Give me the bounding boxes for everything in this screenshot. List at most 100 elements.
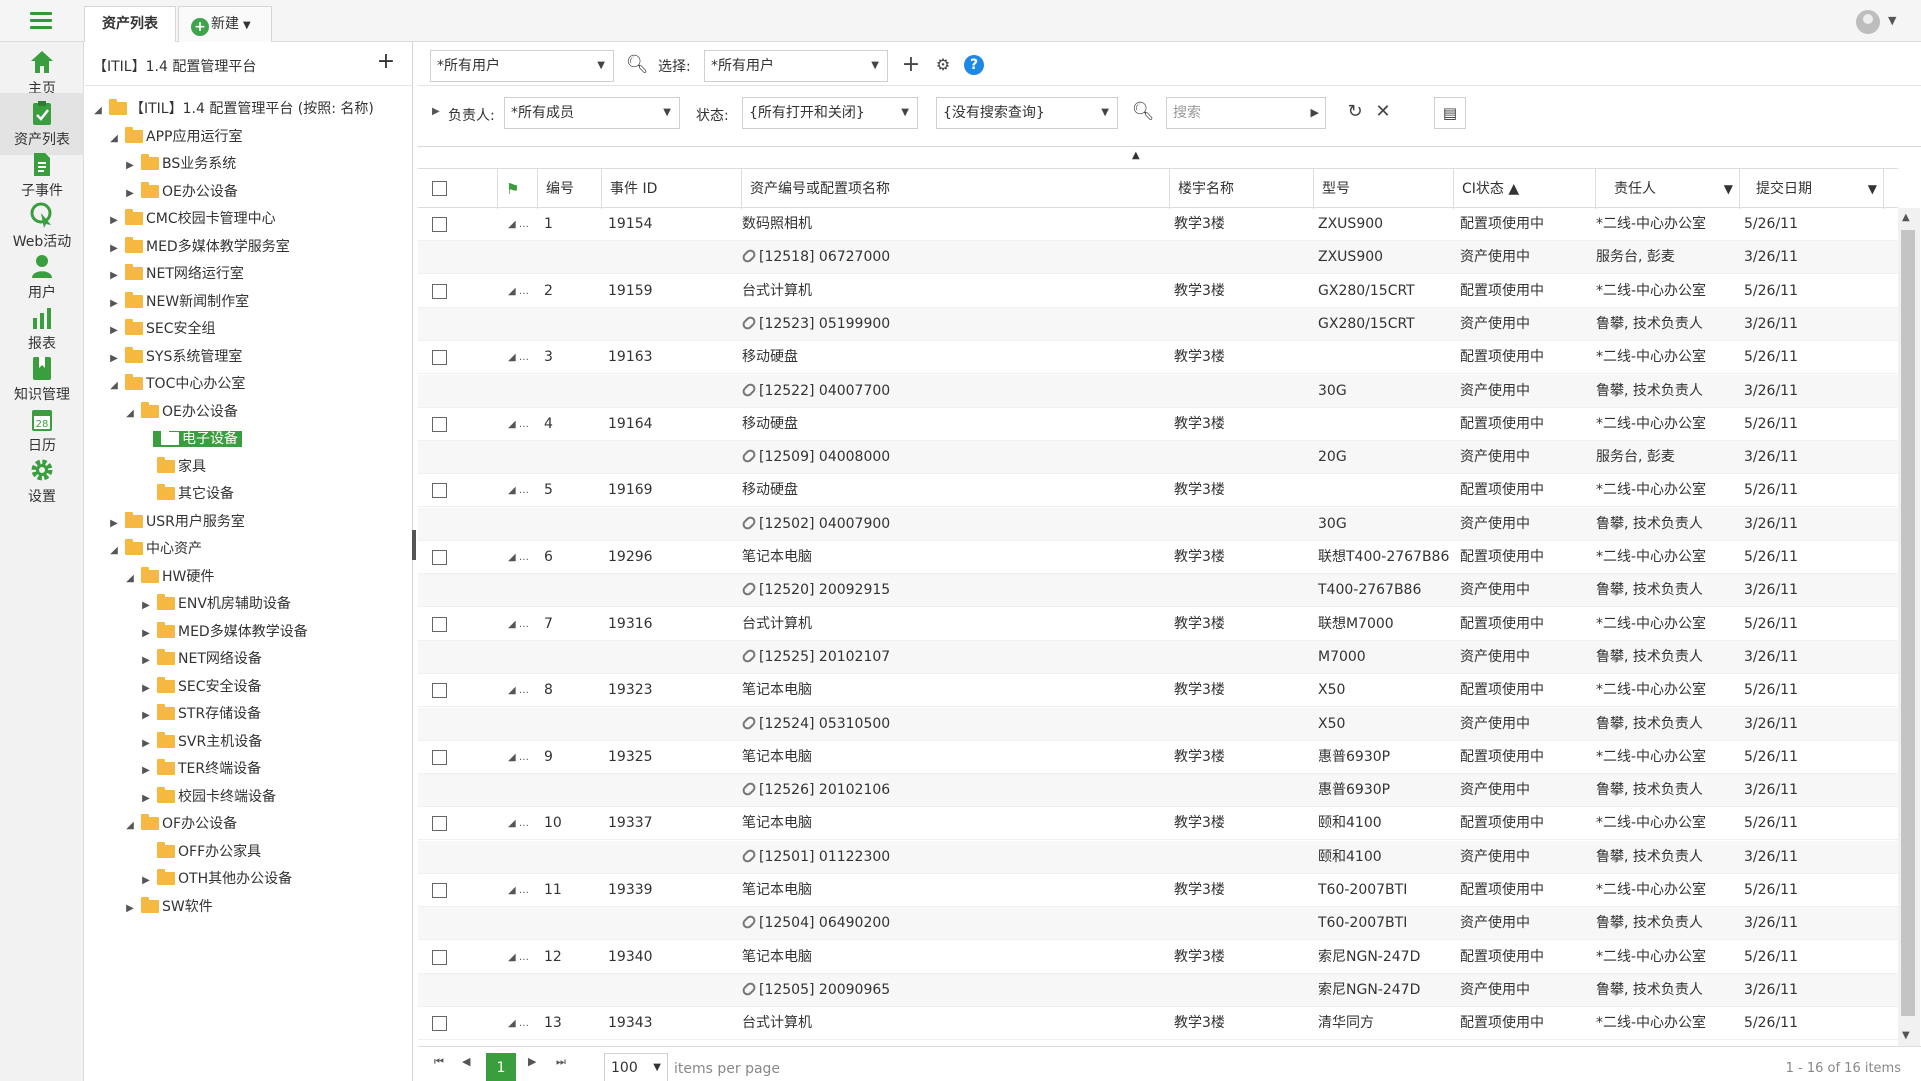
header-model[interactable]: 型号: [1314, 169, 1454, 209]
table-subrow[interactable]: [12502] 04007900 30G 资产使用中 鲁攀, 技术负责人 3/26/11: [418, 507, 1898, 541]
tree-node[interactable]: ▶ STR存储设备: [139, 701, 261, 728]
collapse-arrow-icon[interactable]: ◢: [123, 400, 137, 427]
row-checkbox[interactable]: [432, 483, 447, 499]
table-row[interactable]: ◢ … 2 19159 台式计算机 教学3楼 GX280/15CRT 配置项使用中 *二线-中…: [418, 275, 1898, 308]
tab-new[interactable]: + 新建 ▼: [178, 6, 272, 42]
tree-node[interactable]: ▶ MED多媒体教学服务室: [107, 234, 290, 261]
table-row[interactable]: ◢ … 6 19296 笔记本电脑 教学3楼 联想T400-2767B86 配置项使用中 *二…: [418, 541, 1898, 574]
scroll-up-icon[interactable]: ▲: [1902, 212, 1910, 223]
search-go-icon[interactable]: ▶: [1311, 98, 1319, 128]
expand-arrow-icon[interactable]: ▶: [107, 262, 121, 289]
filter-icon[interactable]: ▼: [1724, 169, 1733, 209]
row-checkbox[interactable]: [432, 1016, 447, 1032]
collapse-arrow-icon[interactable]: ◢: [123, 812, 137, 839]
avatar[interactable]: [1856, 10, 1880, 34]
refresh-icon[interactable]: ↻: [1342, 99, 1368, 125]
row-expand-icon[interactable]: ◢ …: [508, 541, 529, 574]
expand-arrow-icon[interactable]: ▶: [123, 152, 137, 179]
table-subrow[interactable]: [12522] 04007700 30G 资产使用中 鲁攀, 技术负责人 3/26/11: [418, 374, 1898, 408]
header-select-all[interactable]: [418, 169, 498, 209]
tree-node[interactable]: ◢ OF办公设备: [123, 811, 237, 838]
expand-arrow-icon[interactable]: ▶: [139, 757, 153, 784]
tree-node[interactable]: ◢ 【ITIL】1.4 配置管理平台 (按照: 名称): [91, 96, 374, 123]
tree-node[interactable]: ◢ TOC中心办公室: [107, 371, 245, 398]
row-expand-icon[interactable]: ◢ …: [508, 674, 529, 707]
expand-arrow-icon[interactable]: ▶: [123, 895, 137, 922]
header-flag[interactable]: ⚑: [498, 169, 538, 209]
table-row[interactable]: ◢ … 7 19316 台式计算机 教学3楼 联想M7000 配置项使用中 *二线-中心办公室…: [418, 608, 1898, 641]
user-filter-select[interactable]: *所有用户 ▼: [430, 50, 614, 82]
tree-node[interactable]: ◢ APP应用运行室: [107, 124, 242, 151]
expand-arrow-icon[interactable]: ▶: [139, 867, 153, 894]
cell-name[interactable]: [12523] 05199900: [742, 308, 890, 341]
cell-name[interactable]: [12501] 01122300: [742, 841, 890, 874]
tree-node[interactable]: ▶ SEC安全组: [107, 316, 216, 343]
expand-arrow-icon[interactable]: ▶: [107, 235, 121, 262]
tree-node[interactable]: ▶ NET网络运行室: [107, 261, 244, 288]
expand-arrow-icon[interactable]: ▶: [107, 207, 121, 234]
cell-name[interactable]: [12509] 04008000: [742, 441, 890, 474]
expand-arrow-icon[interactable]: ▶: [139, 592, 153, 619]
tree-node[interactable]: ▶ CMC校园卡管理中心: [107, 206, 276, 233]
tree-node[interactable]: ▶ MED多媒体教学设备: [139, 619, 308, 646]
query-select[interactable]: {没有搜索查询} ▼: [936, 97, 1118, 129]
row-expand-icon[interactable]: ◢ …: [508, 741, 529, 774]
collapse-arrow-icon[interactable]: ◢: [107, 372, 121, 399]
panel-splitter-handle[interactable]: [412, 530, 416, 560]
tree-node[interactable]: ▶ ENV机房辅助设备: [139, 591, 291, 618]
row-checkbox[interactable]: [432, 350, 447, 366]
row-checkbox[interactable]: [432, 949, 447, 965]
next-page-icon[interactable]: ▶: [528, 1055, 536, 1068]
row-checkbox[interactable]: [432, 616, 447, 632]
tree-node[interactable]: ▶ NEW新闻制作室: [107, 289, 249, 316]
header-asset-name[interactable]: 资产编号或配置项名称: [742, 169, 1170, 209]
table-row[interactable]: ◢ … 5 19169 移动硬盘 教学3楼 配置项使用中 *二线-中心办公室 5/26/11: [418, 474, 1898, 508]
table-subrow[interactable]: [12525] 20102107 M7000 资产使用中 鲁攀, 技术负责人 3/26/…: [418, 640, 1898, 674]
tree-node[interactable]: ▶ OTH其他办公设备: [139, 866, 292, 893]
cell-name[interactable]: [12525] 20102107: [742, 641, 890, 674]
expand-filter-icon[interactable]: ▶: [432, 106, 440, 117]
row-expand-icon[interactable]: ◢ …: [508, 941, 529, 974]
hamburger-menu-icon[interactable]: [30, 12, 52, 29]
prev-page-icon[interactable]: ◀: [462, 1055, 470, 1068]
table-row[interactable]: ◢ … 8 19323 笔记本电脑 教学3楼 X50 配置项使用中 *二线-中心办公室 5/26…: [418, 674, 1898, 708]
row-checkbox[interactable]: [432, 283, 447, 299]
row-checkbox[interactable]: [432, 749, 447, 765]
collapse-toolbar-icon[interactable]: ▲: [1132, 150, 1140, 161]
tree-node[interactable]: ▶ BS业务系统: [123, 151, 236, 178]
cell-name[interactable]: [12518] 06727000: [742, 241, 890, 274]
expand-arrow-icon[interactable]: ▶: [107, 510, 121, 537]
collapse-arrow-icon[interactable]: ◢: [91, 97, 105, 124]
row-checkbox[interactable]: [432, 416, 447, 432]
header-owner[interactable]: 责任人 ▼: [1596, 169, 1740, 209]
row-checkbox[interactable]: [432, 217, 447, 232]
tree-node[interactable]: ◢ HW硬件: [123, 564, 214, 591]
row-expand-icon[interactable]: ◢ …: [508, 275, 529, 308]
add-node-button[interactable]: +: [371, 48, 401, 78]
table-subrow[interactable]: [12524] 05310500 X50 资产使用中 鲁攀, 技术负责人 3/26/11: [418, 707, 1898, 741]
expand-arrow-icon[interactable]: ▶: [107, 290, 121, 317]
add-icon[interactable]: +: [898, 52, 924, 78]
header-date[interactable]: 提交日期 ▼: [1740, 169, 1884, 209]
filter-icon[interactable]: ▼: [1868, 169, 1877, 209]
expand-arrow-icon[interactable]: ▶: [139, 647, 153, 674]
row-expand-icon[interactable]: ◢ …: [508, 608, 529, 641]
tree-node[interactable]: 电子设备: [139, 426, 242, 453]
tree-node[interactable]: ▶ NET网络设备: [139, 646, 262, 673]
table-row[interactable]: ◢ … 11 19339 笔记本电脑 教学3楼 T60-2007BTI 配置项使用中 *二线-…: [418, 874, 1898, 907]
select-all-checkbox[interactable]: [432, 181, 447, 196]
page-size-select[interactable]: 100 ▼: [604, 1053, 668, 1081]
tree-node[interactable]: ▶ SYS系统管理室: [107, 344, 242, 371]
tree-node[interactable]: ▶ 校园卡终端设备: [139, 784, 276, 811]
table-row[interactable]: ◢ … 13 19343 台式计算机 教学3楼 清华同方 配置项使用中 *二线-中心办公室 5/…: [418, 1007, 1898, 1041]
header-ci-status[interactable]: CI状态 ▲: [1454, 169, 1596, 209]
search-icon[interactable]: 🔍︎: [624, 52, 650, 78]
table-row[interactable]: ◢ … 3 19163 移动硬盘 教学3楼 配置项使用中 *二线-中心办公室 5/26/11: [418, 341, 1898, 375]
vertical-scrollbar[interactable]: ▲ ▼: [1898, 208, 1920, 1048]
row-checkbox[interactable]: [432, 550, 447, 565]
row-expand-icon[interactable]: ◢ …: [508, 1007, 529, 1040]
table-subrow[interactable]: [12505] 20090965 索尼NGN-247D 资产使用中 鲁攀, 技术负责人…: [418, 973, 1898, 1007]
table-subrow[interactable]: [12518] 06727000 ZXUS900 资产使用中 服务台, 彭麦 3/26/…: [418, 241, 1898, 275]
header-event-id[interactable]: 事件 ID: [602, 169, 742, 209]
tree-node[interactable]: ▶ USR用户服务室: [107, 509, 245, 536]
